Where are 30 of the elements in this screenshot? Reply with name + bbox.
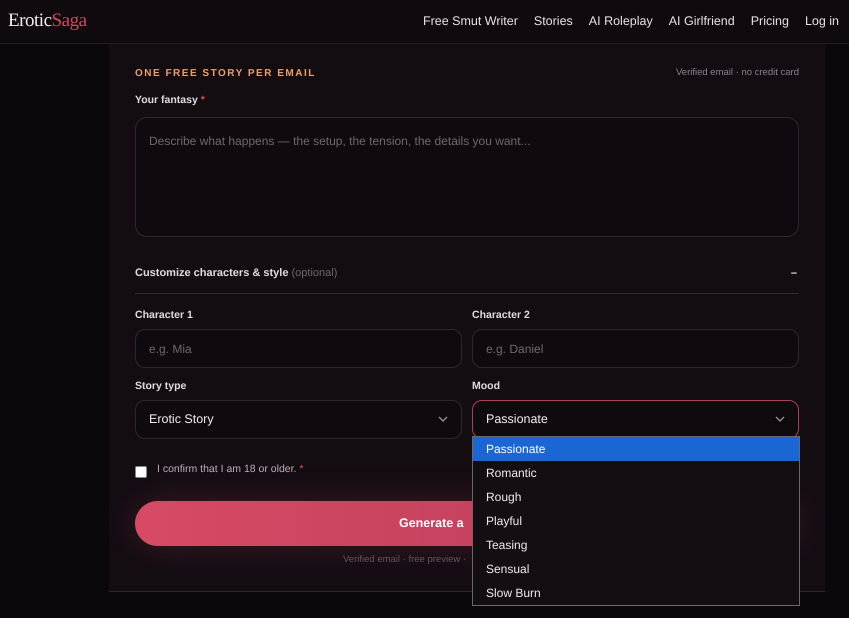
- name-field[interactable]: e.g. Daniel: [472, 329, 799, 368]
- nav-link[interactable]: AI Roleplay: [588, 12, 653, 31]
- nav-link[interactable]: Free Smut Writer: [422, 12, 518, 31]
- dropdown-option[interactable]: Playful: [473, 509, 799, 533]
- confirm-label: I confirm that I am 18 or older. *: [157, 462, 304, 477]
- nav-link[interactable]: Log in: [804, 12, 839, 31]
- nav-link[interactable]: Pricing: [750, 12, 789, 31]
- eyebrow-heading: ONE FREE STORY PER EMAIL: [135, 67, 316, 81]
- select-field[interactable]: Passionate: [472, 400, 799, 439]
- field-label: Your fantasy *: [135, 93, 206, 108]
- chevron-down-icon: [775, 416, 785, 422]
- fantasy-textarea[interactable]: Describe what happens — the setup, the tension, the details you want...: [135, 116, 799, 237]
- select-field[interactable]: Erotic Story: [135, 400, 462, 439]
- name-field[interactable]: e.g. Mia: [135, 329, 462, 368]
- field-label: Character 2: [472, 308, 531, 324]
- nav-link[interactable]: AI Girlfriend: [668, 12, 735, 31]
- chevron-down-icon: [438, 416, 448, 422]
- dropdown-option[interactable]: Romantic: [473, 461, 799, 485]
- info-note: Verified email · no credit card: [676, 66, 799, 80]
- logo[interactable]: EroticSaga: [8, 7, 87, 36]
- dropdown-option[interactable]: Passionate: [473, 437, 799, 461]
- field-label: Character 1: [135, 308, 194, 324]
- footnote: Verified email · free preview ·: [343, 552, 466, 567]
- checkbox[interactable]: [135, 466, 147, 478]
- nav-link[interactable]: Stories: [534, 12, 573, 31]
- customize-toggle[interactable]: Customize characters & style (optional) –: [135, 264, 799, 294]
- field-label: Mood: [472, 379, 501, 394]
- field-label: Story type: [135, 379, 188, 394]
- dropdown-option[interactable]: Sensual: [473, 557, 799, 581]
- dropdown-option[interactable]: Slow Burn: [473, 581, 799, 605]
